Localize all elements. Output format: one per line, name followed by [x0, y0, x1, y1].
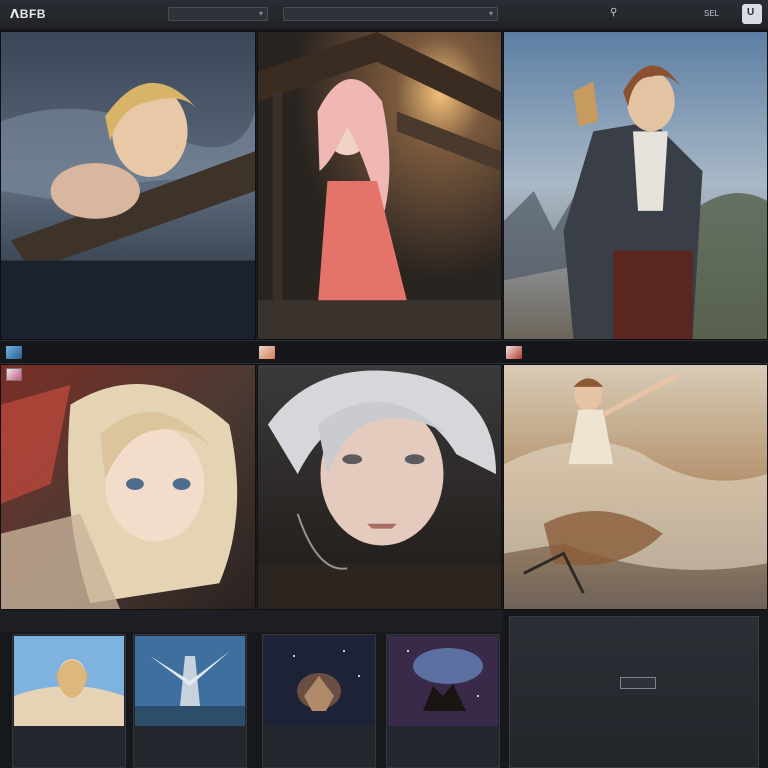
artwork-tile-blonde-girl[interactable]	[0, 31, 256, 340]
card-thumbnail	[14, 636, 124, 726]
search-input[interactable]: ▾	[283, 7, 498, 21]
caption-1[interactable]	[0, 341, 256, 365]
artwork-image	[504, 365, 767, 609]
related-card[interactable]	[12, 634, 126, 768]
top-bar: ᐱBFB ▾ ▾ ⚲ SEL U	[0, 0, 768, 30]
related-header	[0, 610, 503, 632]
artwork-tile-pink-hair-girl[interactable]	[257, 31, 502, 340]
card-thumbnail	[388, 636, 498, 726]
artwork-image	[1, 32, 255, 339]
caption-2[interactable]	[257, 341, 502, 365]
pin-icon[interactable]: ⚲	[610, 7, 617, 18]
related-card[interactable]	[386, 634, 500, 768]
artwork-tile-blonde-closeup[interactable]	[0, 364, 256, 610]
category-select[interactable]: ▾	[168, 7, 268, 21]
card-thumbnail	[264, 636, 374, 726]
related-card[interactable]	[133, 634, 247, 768]
promo-button[interactable]	[620, 677, 656, 689]
chevron-down-icon: ▾	[488, 9, 493, 18]
image-badge-icon	[6, 368, 22, 381]
card-thumbnail	[135, 636, 245, 726]
promo-panel	[509, 616, 759, 768]
thumbnail-icon	[6, 346, 22, 359]
caption-strip	[0, 340, 768, 364]
thumbnail-icon	[259, 346, 275, 359]
artwork-image	[258, 32, 501, 339]
artwork-image	[504, 32, 767, 339]
artwork-tile-fantasy-flight[interactable]	[503, 364, 768, 610]
artwork-tile-adventurer[interactable]	[503, 31, 768, 340]
caption-3[interactable]	[503, 341, 768, 365]
chevron-down-icon: ▾	[258, 9, 263, 18]
artwork-image	[1, 365, 255, 609]
related-card[interactable]	[262, 634, 376, 768]
artwork-tile-silver-hair[interactable]	[257, 364, 502, 610]
user-icon: U	[747, 7, 755, 18]
thumbnail-icon	[506, 346, 522, 359]
artwork-image	[258, 365, 501, 609]
nav-link-c[interactable]: SEL	[704, 9, 719, 18]
site-logo[interactable]: ᐱBFB	[10, 7, 46, 21]
profile-button[interactable]: U	[742, 4, 762, 24]
